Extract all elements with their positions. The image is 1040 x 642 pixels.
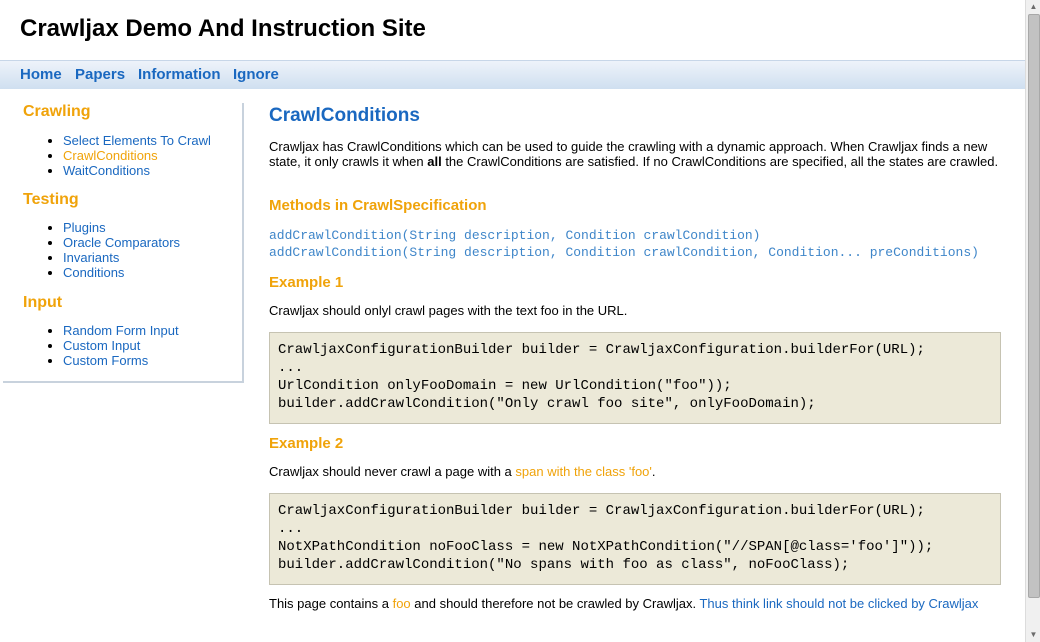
code-line: NotXPathCondition noFooClass = new NotXP… [278, 539, 934, 555]
sidebar: Crawling Select Elements To Crawl CrawlC… [3, 103, 244, 383]
sidebar-item-invariants[interactable]: Invariants [63, 250, 119, 265]
code-line: ... [278, 360, 304, 376]
sidebar-list-testing: Plugins Oracle Comparators Invariants Co… [43, 220, 180, 280]
footer-text-start: This page contains a [269, 596, 393, 611]
page: Crawljax Demo And Instruction Site Home … [0, 0, 1025, 642]
code-line: builder.addCrawlCondition("No spans with… [278, 557, 850, 573]
code-line: ... [278, 521, 304, 537]
example1-code-block: CrawljaxConfigurationBuilder builder = C… [269, 332, 1001, 424]
intro-paragraph: Crawljax has CrawlConditions which can b… [269, 139, 1004, 169]
sidebar-item-custom-input[interactable]: Custom Input [63, 338, 140, 353]
methods-heading: Methods in CrawlSpecification [269, 197, 487, 214]
page-title: CrawlConditions [269, 105, 420, 126]
foo-link[interactable]: foo [393, 596, 411, 611]
example2-code-block: CrawljaxConfigurationBuilder builder = C… [269, 493, 1001, 585]
methods-list: addCrawlCondition(String description, Co… [269, 227, 979, 261]
sidebar-heading-input: Input [23, 294, 63, 311]
nav-home[interactable]: Home [20, 67, 62, 83]
top-nav: Home Papers Information Ignore [0, 60, 1025, 89]
list-item: CrawlConditions [63, 148, 211, 163]
do-not-click-link[interactable]: Thus think link should not be clicked by… [699, 596, 978, 611]
vertical-scrollbar[interactable]: ▲ ▼ [1025, 0, 1040, 642]
intro-emphasis: all [427, 154, 442, 169]
sidebar-heading-crawling: Crawling [23, 103, 91, 120]
sidebar-heading-testing: Testing [23, 191, 79, 208]
site-header: Crawljax Demo And Instruction Site [0, 0, 1025, 60]
list-item: WaitConditions [63, 163, 211, 178]
list-item: Custom Input [63, 338, 179, 353]
sidebar-list-crawling: Select Elements To Crawl CrawlConditions… [43, 133, 211, 178]
intro-text-end: the CrawlConditions are satisfied. If no… [441, 154, 999, 169]
code-line: CrawljaxConfigurationBuilder builder = C… [278, 503, 925, 519]
example2-text-start: Crawljax should never crawl a page with … [269, 464, 516, 479]
example1-text: Crawljax should onlyl crawl pages with t… [269, 303, 628, 318]
sidebar-item-select-elements[interactable]: Select Elements To Crawl [63, 133, 211, 148]
sidebar-item-waitconditions[interactable]: WaitConditions [63, 163, 150, 178]
site-title: Crawljax Demo And Instruction Site [20, 15, 426, 42]
footer-paragraph: This page contains a foo and should ther… [269, 596, 978, 611]
nav-ignore[interactable]: Ignore [233, 67, 279, 83]
code-line: builder.addCrawlCondition("Only crawl fo… [278, 396, 816, 412]
example2-heading: Example 2 [269, 435, 344, 452]
example2-text-end: . [651, 464, 656, 479]
sidebar-item-custom-forms[interactable]: Custom Forms [63, 353, 148, 368]
code-line: CrawljaxConfigurationBuilder builder = C… [278, 342, 925, 358]
sidebar-item-conditions[interactable]: Conditions [63, 265, 124, 280]
nav-papers[interactable]: Papers [75, 67, 125, 83]
list-item: Custom Forms [63, 353, 179, 368]
nav-information[interactable]: Information [138, 67, 221, 83]
method-signature: addCrawlCondition(String description, Co… [269, 245, 979, 260]
example1-heading: Example 1 [269, 274, 344, 291]
arrow-down-icon[interactable]: ▼ [1026, 628, 1040, 642]
scrollbar-thumb[interactable] [1028, 14, 1040, 598]
code-line: UrlCondition onlyFooDomain = new UrlCond… [278, 378, 732, 394]
list-item: Random Form Input [63, 323, 179, 338]
list-item: Plugins [63, 220, 180, 235]
example2-text: Crawljax should never crawl a page with … [269, 464, 656, 479]
sidebar-item-crawlconditions[interactable]: CrawlConditions [63, 148, 158, 163]
span-foo-link[interactable]: span with the class 'foo' [515, 464, 651, 479]
list-item: Conditions [63, 265, 180, 280]
sidebar-item-oracle-comparators[interactable]: Oracle Comparators [63, 235, 180, 250]
arrow-up-icon[interactable]: ▲ [1026, 0, 1040, 14]
sidebar-item-random-form-input[interactable]: Random Form Input [63, 323, 179, 338]
list-item: Select Elements To Crawl [63, 133, 211, 148]
list-item: Invariants [63, 250, 180, 265]
list-item: Oracle Comparators [63, 235, 180, 250]
method-signature: addCrawlCondition(String description, Co… [269, 228, 761, 243]
sidebar-list-input: Random Form Input Custom Input Custom Fo… [43, 323, 179, 368]
sidebar-item-plugins[interactable]: Plugins [63, 220, 106, 235]
footer-text-mid: and should therefore not be crawled by C… [410, 596, 700, 611]
